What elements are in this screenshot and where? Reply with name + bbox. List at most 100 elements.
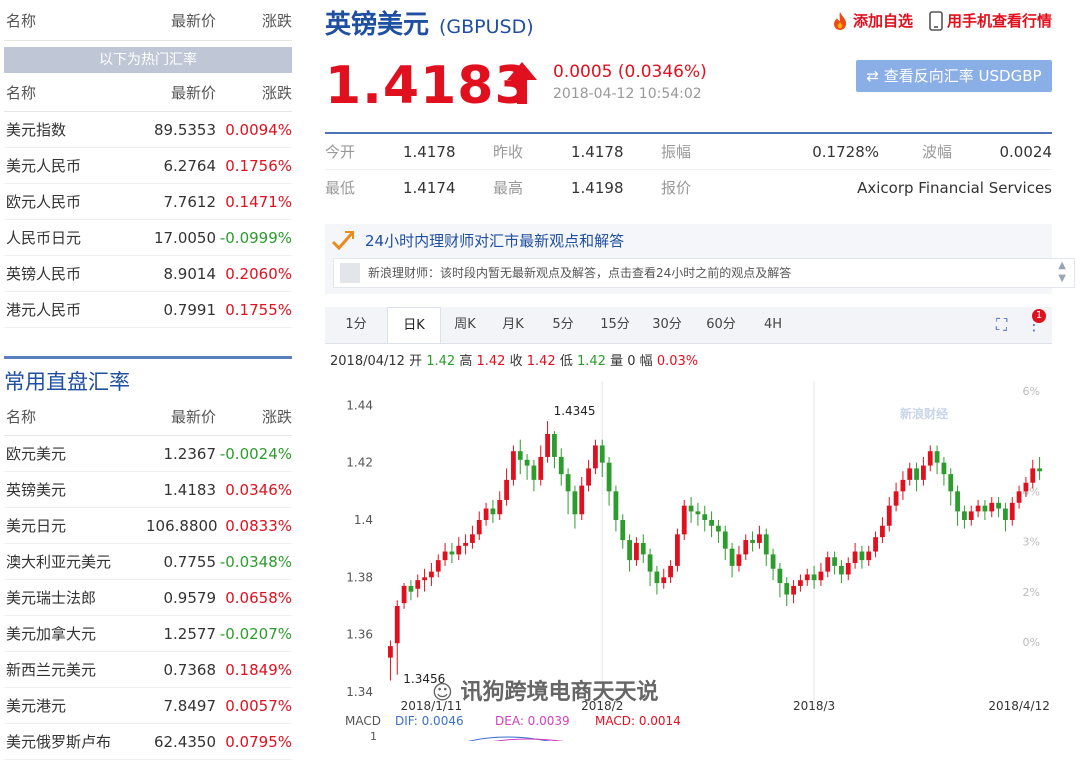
candle-body bbox=[695, 511, 701, 515]
rate-change: 0.1756% bbox=[225, 156, 292, 175]
candle-body bbox=[804, 574, 810, 581]
candle-body bbox=[880, 525, 885, 538]
hot-rates-list: 美元指数 89.5353 0.0094% 美元人民币 6.2764 0.1756% 欧元… bbox=[4, 112, 292, 328]
table-row[interactable]: 欧元人民币 7.7612 0.1471% bbox=[4, 184, 292, 220]
rate-change: 0.1755% bbox=[225, 300, 292, 319]
table-row[interactable]: 美元日元 106.8800 0.0833% bbox=[4, 508, 292, 544]
reverse-rate-button[interactable]: ⇄ 查看反向汇率 USDGBP bbox=[856, 60, 1052, 92]
candle-body bbox=[647, 554, 653, 572]
candle-body bbox=[422, 577, 427, 581]
wechat-icon: ☺ bbox=[432, 680, 453, 704]
tab-60min[interactable]: 60分 bbox=[693, 307, 749, 343]
y-tick-label: 1.44 bbox=[346, 398, 373, 412]
y-tick-label: 1.34 bbox=[346, 685, 373, 699]
rate-name[interactable]: 新西兰元美元 bbox=[4, 659, 146, 680]
table-row[interactable]: 美元人民币 6.2764 0.1756% bbox=[4, 148, 292, 184]
candle-body bbox=[640, 542, 646, 555]
tab-daily[interactable]: 日K bbox=[387, 307, 441, 343]
candle-body bbox=[586, 468, 591, 486]
low-value: 1.4174 bbox=[403, 178, 456, 197]
price-annotation: 1.4345 bbox=[554, 404, 596, 418]
rate-change: 0.2060% bbox=[225, 264, 292, 283]
quote-panel: 英镑美元 (GBPUSD) 添加自选 用手机查看行情 1.4183 0.0005 … bbox=[325, 0, 1075, 741]
rate-name[interactable]: 欧元人民币 bbox=[4, 191, 126, 212]
candle-body bbox=[975, 505, 981, 512]
rate-name[interactable]: 人民币日元 bbox=[4, 227, 126, 248]
candle-body bbox=[463, 542, 468, 546]
table-row[interactable]: 人民币日元 17.0050 -0.0999% bbox=[4, 220, 292, 256]
rate-name[interactable]: 美元加拿大元 bbox=[4, 623, 146, 644]
rate-name[interactable]: 美元瑞士法郎 bbox=[4, 587, 146, 608]
tab-1min[interactable]: 1分 bbox=[325, 307, 387, 343]
volume-label: 量 bbox=[610, 354, 624, 369]
candle-body bbox=[531, 465, 537, 480]
open-value: 1.4178 bbox=[403, 142, 456, 161]
table-row[interactable]: 英镑人民币 8.9014 0.2060% bbox=[4, 256, 292, 292]
tab-5min[interactable]: 5分 bbox=[537, 307, 589, 343]
wechat-watermark: ☺ 讯狗跨境电商天天说 bbox=[432, 674, 659, 706]
candle-body bbox=[716, 525, 721, 532]
table-row[interactable]: 新西兰元美元 0.7368 0.1849% bbox=[4, 652, 292, 688]
stats-row-1: 今开 1.4178 昨收 1.4178 振幅 0.1728% 波幅 0.0024 bbox=[325, 134, 1052, 170]
tab-weekly[interactable]: 周K bbox=[441, 307, 489, 343]
table-row[interactable]: 美元港元 7.8497 0.0057% bbox=[4, 688, 292, 724]
analyst-panel: 24小时内理财师对汇市最新观点和解答 新浪理财师：该时段内暂无最新观点及解答，点… bbox=[325, 224, 1075, 294]
table-row[interactable]: 港元人民币 0.7991 0.1755% bbox=[4, 292, 292, 328]
add-watch-label: 添加自选 bbox=[852, 12, 913, 30]
mobile-view-button[interactable]: 用手机查看行情 bbox=[929, 10, 1052, 31]
scroll-arrows-icon[interactable]: ▲ ▼ bbox=[1058, 259, 1066, 285]
more-menu-icon[interactable]: ⋮ 1 bbox=[1026, 307, 1052, 343]
fullscreen-icon[interactable]: ⛶ bbox=[996, 307, 1026, 343]
candle-body bbox=[1030, 468, 1036, 483]
rate-name[interactable]: 英镑人民币 bbox=[4, 263, 126, 284]
candle-body bbox=[688, 505, 694, 512]
close-value: 1.42 bbox=[526, 354, 556, 369]
rate-name[interactable]: 英镑美元 bbox=[4, 479, 146, 500]
add-watch-button[interactable]: 添加自选 bbox=[831, 10, 913, 31]
candle-body bbox=[442, 551, 448, 561]
rate-price: 7.7612 bbox=[163, 192, 217, 211]
col-change: 涨跌 bbox=[261, 11, 292, 30]
tab-4h[interactable]: 4H bbox=[749, 307, 797, 343]
candle-body bbox=[511, 451, 516, 480]
quote-time: 2018-04-12 10:54:02 bbox=[553, 86, 702, 102]
analyst-title-link[interactable]: 24小时内理财师对汇市最新观点和解答 bbox=[325, 224, 1052, 258]
candle-body bbox=[606, 462, 612, 492]
rate-name[interactable]: 澳大利亚元美元 bbox=[4, 551, 146, 572]
table-row[interactable]: 美元加拿大元 1.2577 -0.0207% bbox=[4, 616, 292, 652]
candle-body bbox=[921, 465, 926, 480]
table-row[interactable]: 美元瑞士法郎 0.9579 0.0658% bbox=[4, 580, 292, 616]
tab-30min[interactable]: 30分 bbox=[641, 307, 693, 343]
candle-body bbox=[818, 571, 824, 581]
rate-price: 0.7368 bbox=[163, 660, 217, 679]
amplitude-label: 幅 bbox=[639, 354, 653, 369]
candle-body bbox=[832, 557, 837, 566]
table-row[interactable]: 澳大利亚元美元 0.7755 -0.0348% bbox=[4, 544, 292, 580]
top-actions: 添加自选 用手机查看行情 bbox=[831, 10, 1052, 31]
candle-body bbox=[1023, 482, 1029, 492]
fire-icon bbox=[833, 11, 847, 30]
table-row[interactable]: 欧元美元 1.2367 -0.0024% bbox=[4, 436, 292, 472]
watermark-text: 讯狗跨境电商天天说 bbox=[460, 680, 659, 705]
rate-name[interactable]: 美元指数 bbox=[4, 119, 126, 140]
table-row[interactable]: 英镑美元 1.4183 0.0346% bbox=[4, 472, 292, 508]
candle-body bbox=[900, 479, 906, 492]
table-row[interactable]: 美元指数 89.5353 0.0094% bbox=[4, 112, 292, 148]
rate-name[interactable]: 美元俄罗斯卢布 bbox=[4, 731, 146, 752]
rate-name[interactable]: 欧元美元 bbox=[4, 443, 146, 464]
rate-name[interactable]: 美元人民币 bbox=[4, 155, 126, 176]
rate-name[interactable]: 港元人民币 bbox=[4, 299, 126, 320]
candle-body bbox=[962, 511, 967, 520]
rate-price: 6.2764 bbox=[163, 156, 217, 175]
rate-name[interactable]: 美元日元 bbox=[4, 515, 146, 536]
rate-name[interactable]: 美元港元 bbox=[4, 695, 146, 716]
table-row[interactable]: 美元俄罗斯卢布 62.4350 0.0795% bbox=[4, 724, 292, 760]
analyst-message[interactable]: 新浪理财师：该时段内暂无最新观点及解答，点击查看24小时之前的观点及解答 ▲ ▼ bbox=[333, 258, 1075, 288]
tab-monthly[interactable]: 月K bbox=[489, 307, 537, 343]
candle-body bbox=[415, 580, 421, 589]
candle-body bbox=[613, 491, 619, 520]
candle-body bbox=[675, 534, 680, 566]
candle-body bbox=[852, 551, 858, 563]
tab-15min[interactable]: 15分 bbox=[589, 307, 641, 343]
high-value: 1.42 bbox=[476, 354, 506, 369]
